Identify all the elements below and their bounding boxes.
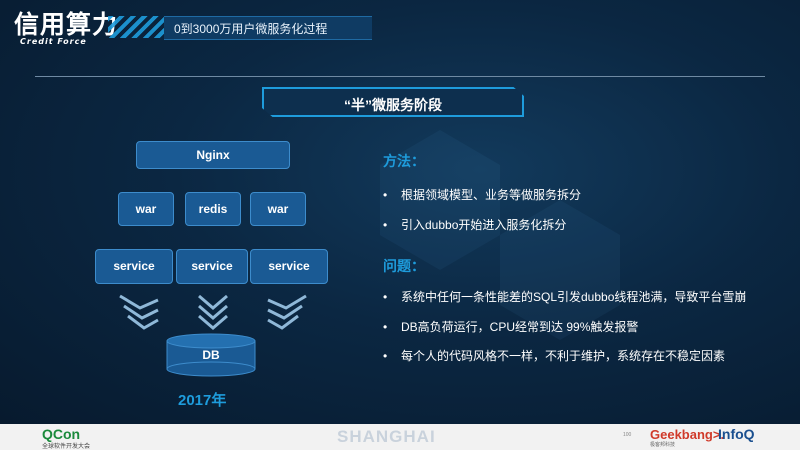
slide: 信用算力 Credit Force 0到3000万用户微服务化过程 “半”微服务… (0, 0, 800, 424)
problems-heading: 问题： (383, 258, 425, 274)
problem-item: • DB高负荷运行，CPU经常到达 99%触发报警 (383, 318, 638, 335)
qcon-logo: QCon (42, 426, 81, 442)
method-item-text: 引入dubbo开始进入服务化拆分 (401, 218, 567, 232)
infoq-logo: InfoQ (718, 426, 755, 442)
bullet-icon: • (383, 320, 388, 334)
header-stripes (108, 16, 164, 38)
problem-item-text: 系统中任何一条性能差的SQL引发dubbo线程池满，导致平台雪崩 (401, 290, 747, 304)
header-bar: 0到3000万用户微服务化过程 (164, 16, 372, 40)
method-item-text: 根据领域模型、业务等做服务拆分 (401, 188, 582, 202)
method-item: • 引入dubbo开始进入服务化拆分 (383, 216, 566, 233)
bullet-icon: • (383, 290, 388, 304)
method-item: • 根据领域模型、业务等做服务拆分 (383, 186, 581, 203)
section-title-text: “半”微服务阶段 (344, 97, 442, 113)
bullet-icon: • (383, 218, 388, 232)
problem-item: • 每个人的代码风格不一样，不利于维护，系统存在不稳定因素 (383, 347, 725, 364)
redis-box: redis (185, 192, 241, 226)
section-title: “半”微服务阶段 (262, 87, 524, 117)
war-box-2: war (250, 192, 306, 226)
geekbang-logo: Geekbang>. (650, 427, 725, 442)
qcon-subtitle: 全球软件开发大会 (42, 444, 91, 450)
logo: 信用算力 Credit Force (14, 10, 119, 47)
chevron-down-icon (267, 294, 307, 330)
bullet-icon: • (383, 188, 388, 202)
service-box-1: service (95, 249, 173, 284)
nginx-box: Nginx (136, 141, 290, 169)
war-box-1: war (118, 192, 174, 226)
header-title: 0到3000万用户微服务化过程 (174, 22, 328, 36)
footer-mark: 100 (623, 432, 632, 438)
divider (35, 76, 765, 77)
db-label: DB (202, 348, 220, 362)
chevron-down-icon (198, 294, 228, 330)
logo-cn: 信用算力 (14, 10, 119, 39)
city-label: SHANGHAI (337, 427, 436, 446)
bullet-icon: • (383, 349, 388, 363)
chevron-down-icon (119, 294, 159, 330)
geekbang-subtitle: 极客邦科技 (650, 442, 676, 448)
year-label: 2017年 (178, 392, 227, 409)
problem-item-text: DB高负荷运行，CPU经常到达 99%触发报警 (401, 320, 639, 334)
problem-item-text: 每个人的代码风格不一样，不利于维护，系统存在不稳定因素 (401, 349, 726, 363)
service-box-3: service (250, 249, 328, 284)
problem-item: • 系统中任何一条性能差的SQL引发dubbo线程池满，导致平台雪崩 (383, 288, 746, 305)
service-box-2: service (176, 249, 248, 284)
method-heading: 方法： (383, 153, 425, 169)
